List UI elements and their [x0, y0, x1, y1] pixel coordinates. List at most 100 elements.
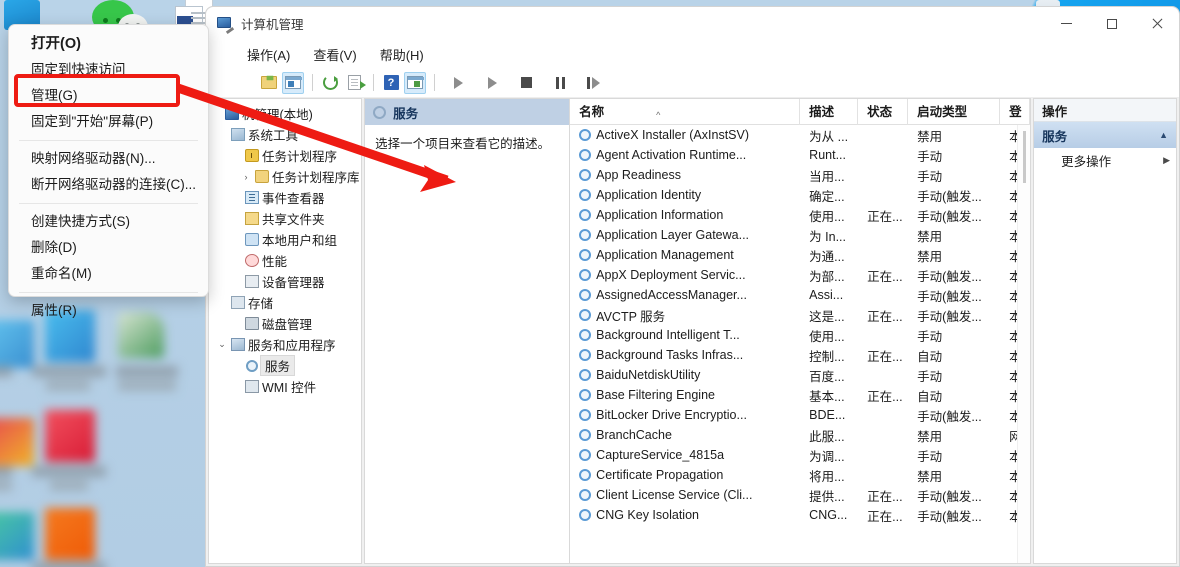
restart-service-icon[interactable]: [583, 72, 605, 94]
tree-item-disk-management[interactable]: 磁盘管理: [209, 313, 361, 334]
minimize-button[interactable]: [1044, 7, 1089, 40]
services-list-header[interactable]: 名称 ^ 描述 状态 启动类型 登: [570, 99, 1031, 125]
resume-service-icon[interactable]: [481, 72, 503, 94]
tree-item-wmi-control[interactable]: WMI 控件: [209, 376, 361, 397]
service-startup-type: 禁用: [917, 129, 943, 144]
column-header-logon-as[interactable]: 登: [1000, 99, 1031, 125]
tree-item-system-tools[interactable]: 系统工具: [209, 124, 361, 145]
tree-item-task-scheduler-library[interactable]: › 任务计划程序库: [209, 166, 361, 187]
service-name: Client License Service (Cli...: [570, 488, 800, 502]
console-tree-pane[interactable]: 机管理(本地) 系统工具 任务计划程序 › 任务计划程序库 事件查看器 共享文件…: [208, 98, 363, 564]
help-icon[interactable]: ?: [380, 72, 402, 94]
column-header-description[interactable]: 描述: [800, 99, 859, 125]
context-menu-item-open[interactable]: 打开(O): [9, 31, 208, 57]
service-startup-type: 禁用: [917, 249, 943, 264]
context-menu-item-pin-quick-access[interactable]: 固定到快速访问: [9, 57, 208, 83]
tree-item-shared-folders[interactable]: 共享文件夹: [209, 208, 361, 229]
stop-service-icon[interactable]: [515, 72, 537, 94]
context-menu-item-disconnect-network-drive[interactable]: 断开网络驱动器的连接(C)...: [9, 172, 208, 198]
menu-action[interactable]: 操作(A): [247, 45, 290, 64]
chevron-up-icon[interactable]: ▲: [1159, 130, 1168, 140]
service-row[interactable]: AVCTP 服务 这是... 正在... 手动(触发... 本: [570, 305, 1030, 325]
tree-twisty-expanded[interactable]: ⌄: [215, 339, 229, 350]
service-row[interactable]: Application Management 为通... 禁用本: [570, 245, 1030, 265]
service-row[interactable]: AppX Deployment Servic... 为部... 正在... 手动(触发…: [570, 265, 1030, 285]
start-service-icon[interactable]: [447, 72, 469, 94]
service-row[interactable]: BitLocker Drive Encryptio... BDE... 手动(触发.…: [570, 405, 1030, 425]
services-pane: 服务 选择一个项目来查看它的描述。 名称 ^ 描述 状态 启动类型 登 Acti…: [364, 98, 1032, 564]
export-list-icon[interactable]: [343, 72, 366, 94]
context-menu-item-create-shortcut[interactable]: 创建快捷方式(S): [9, 209, 208, 235]
services-list[interactable]: 名称 ^ 描述 状态 启动类型 登 ActiveX Installer (AxI…: [569, 98, 1032, 564]
service-row[interactable]: Application Identity 确定... 手动(触发... 本: [570, 185, 1030, 205]
service-row[interactable]: BaiduNetdiskUtility 百度... 手动本: [570, 365, 1030, 385]
action-more-actions[interactable]: 更多操作 ▶: [1034, 148, 1176, 172]
context-menu-item-map-network-drive[interactable]: 映射网络驱动器(N)...: [9, 146, 208, 172]
tree-item-storage[interactable]: 存储: [209, 292, 361, 313]
service-description: 为从 ...: [809, 129, 849, 144]
service-description-header: 服务: [365, 99, 570, 125]
show-hide-action-pane-icon[interactable]: [404, 71, 426, 94]
menu-help[interactable]: 帮助(H): [380, 45, 424, 64]
tree-item-local-users-groups[interactable]: 本地用户和组: [209, 229, 361, 250]
service-description: 为 In...: [809, 229, 846, 244]
service-row[interactable]: Background Intelligent T... 使用... 手动本: [570, 325, 1030, 345]
computer-management-icon: [217, 16, 235, 34]
service-row[interactable]: Application Information 使用... 正在... 手动(触发..…: [570, 205, 1030, 225]
service-row[interactable]: ActiveX Installer (AxInstSV) 为从 ... 禁用本: [570, 125, 1030, 145]
context-menu[interactable]: 打开(O) 固定到快速访问 管理(G) 固定到"开始"屏幕(P) 映射网络驱动器…: [8, 24, 209, 318]
window-title: 计算机管理: [241, 18, 304, 32]
context-menu-item-properties[interactable]: 属性(R): [9, 298, 208, 324]
tree-item-computer-management[interactable]: 机管理(本地): [209, 103, 361, 124]
menu-view[interactable]: 查看(V): [313, 45, 356, 64]
service-row[interactable]: CNG Key Isolation CNG... 正在... 手动(触发... 本: [570, 505, 1030, 525]
service-gear-icon: [579, 329, 592, 341]
service-row[interactable]: Application Layer Gatewa... 为 In... 禁用本: [570, 225, 1030, 245]
tree-item-device-manager[interactable]: 设备管理器: [209, 271, 361, 292]
service-gear-icon: [579, 129, 592, 141]
tree-twisty[interactable]: ›: [239, 172, 253, 182]
show-hide-tree-icon[interactable]: [282, 71, 304, 94]
column-header-startup-type[interactable]: 启动类型: [908, 99, 1001, 125]
tree-item-services-and-applications[interactable]: ⌄ 服务和应用程序: [209, 334, 361, 355]
column-header-status[interactable]: 状态: [858, 99, 909, 125]
service-row[interactable]: CaptureService_4815a 为调... 手动本: [570, 445, 1030, 465]
refresh-icon[interactable]: [319, 72, 341, 94]
service-row[interactable]: Certificate Propagation 将用... 禁用本: [570, 465, 1030, 485]
tree-item-performance[interactable]: 性能: [209, 250, 361, 271]
column-header-name[interactable]: 名称 ^: [570, 99, 801, 125]
service-startup-type: 手动(触发...: [917, 409, 982, 424]
tree-item-services[interactable]: 服务: [209, 355, 361, 376]
context-menu-item-rename[interactable]: 重命名(M): [9, 261, 208, 287]
service-row[interactable]: Base Filtering Engine 基本... 正在... 自动本: [570, 385, 1030, 405]
service-row[interactable]: AssignedAccessManager... Assi... 手动(触发... 本: [570, 285, 1030, 305]
menu-bar: 操作(A) 查看(V) 帮助(H): [206, 40, 1179, 68]
context-menu-separator: [19, 203, 198, 204]
service-row[interactable]: BranchCache 此服... 禁用网: [570, 425, 1030, 445]
service-row[interactable]: Client License Service (Cli... 提供... 正在...…: [570, 485, 1030, 505]
service-name: App Readiness: [570, 168, 800, 182]
service-description: BDE...: [809, 408, 846, 422]
context-menu-item-pin-to-start[interactable]: 固定到"开始"屏幕(P): [9, 109, 208, 135]
sort-ascending-icon: ^: [656, 109, 661, 120]
actions-group-services[interactable]: 服务 ▲: [1034, 122, 1176, 148]
services-list-scrollbar[interactable]: [1017, 125, 1031, 563]
tree-item-task-scheduler[interactable]: 任务计划程序: [209, 145, 361, 166]
context-menu-item-delete[interactable]: 删除(D): [9, 235, 208, 261]
tree-item-event-viewer[interactable]: 事件查看器: [209, 187, 361, 208]
service-row[interactable]: Agent Activation Runtime... Runt... 手动本: [570, 145, 1030, 165]
context-menu-item-manage[interactable]: 管理(G): [9, 83, 208, 109]
service-startup-type: 手动(触发...: [917, 189, 982, 204]
wmi-icon: [243, 380, 260, 393]
service-row[interactable]: Background Tasks Infras... 控制... 正在... 自动本: [570, 345, 1030, 365]
service-name: Certificate Propagation: [570, 468, 800, 482]
service-row[interactable]: App Readiness 当用... 手动本: [570, 165, 1030, 185]
maximize-button[interactable]: [1089, 7, 1134, 40]
tree-item-label: 事件查看器: [262, 192, 325, 206]
pause-service-icon[interactable]: [549, 72, 571, 94]
window-titlebar[interactable]: 计算机管理: [206, 7, 1179, 40]
close-button[interactable]: [1134, 7, 1179, 40]
up-folder-icon[interactable]: [258, 72, 280, 94]
service-name: CNG Key Isolation: [570, 508, 800, 522]
scrollbar-thumb[interactable]: [1023, 131, 1027, 183]
